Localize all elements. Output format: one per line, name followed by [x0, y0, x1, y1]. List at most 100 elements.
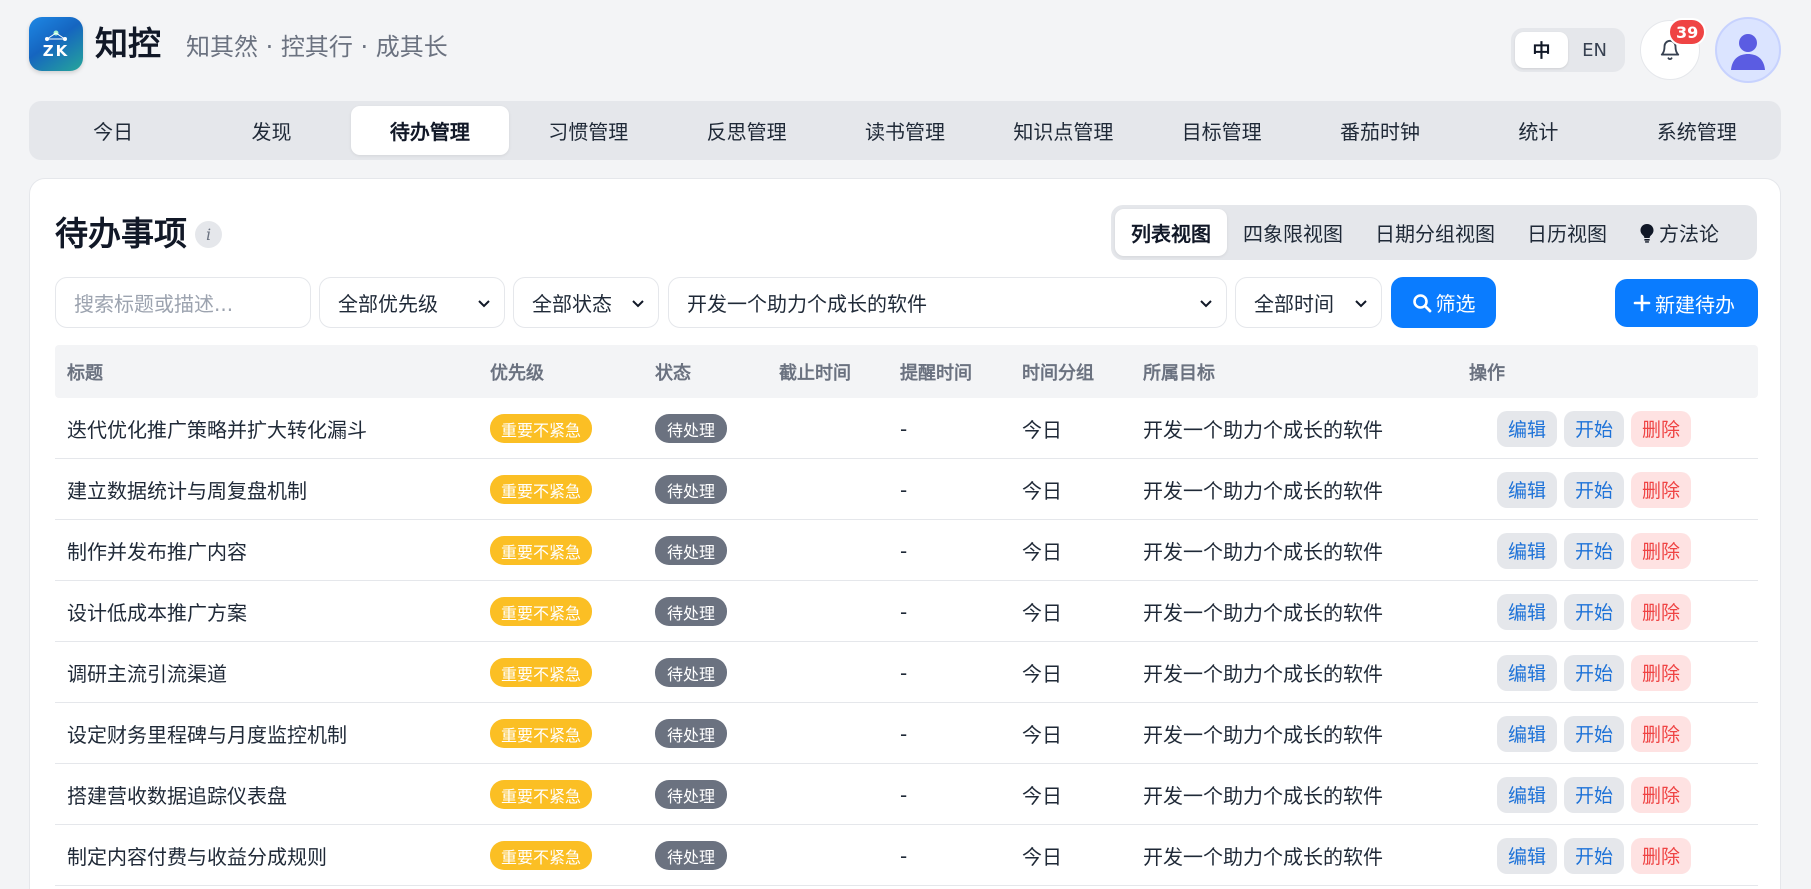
start-button[interactable]: 开始 — [1564, 715, 1625, 752]
delete-button[interactable]: 删除 — [1631, 776, 1692, 813]
th-title[interactable]: 标题 — [67, 345, 103, 398]
row-goal: 开发一个助力个成长的软件 — [1143, 784, 1383, 808]
delete-button[interactable]: 删除 — [1631, 593, 1692, 630]
goal-select[interactable]: 开发一个助力个成长的软件 — [668, 277, 1227, 328]
edit-button[interactable]: 编辑 — [1497, 715, 1558, 752]
start-button[interactable]: 开始 — [1564, 654, 1625, 691]
row-title[interactable]: 设计低成本推广方案 — [67, 581, 247, 642]
start-button[interactable]: 开始 — [1564, 776, 1625, 813]
nav-item-knowledge[interactable]: 知识点管理 — [984, 106, 1142, 155]
table-row[interactable]: 搭建营收数据追踪仪表盘 重要不紧急 待处理 - 今日 开发一个助力个成长的软件 编辑 开始 删除 — [55, 764, 1758, 825]
row-time-group: 今日 — [1022, 845, 1062, 869]
delete-button[interactable]: 删除 — [1631, 715, 1692, 752]
nav-item-pomodoro[interactable]: 番茄时钟 — [1301, 106, 1459, 155]
app-logo[interactable]: ZK — [29, 17, 83, 71]
row-time-group: 今日 — [1022, 418, 1062, 442]
th-goal[interactable]: 所属目标 — [1143, 345, 1215, 398]
edit-button[interactable]: 编辑 — [1497, 471, 1558, 508]
status-badge: 待处理 — [655, 780, 728, 809]
edit-button[interactable]: 编辑 — [1497, 776, 1558, 813]
row-time-group: 今日 — [1022, 662, 1062, 686]
nav-item-reading[interactable]: 读书管理 — [826, 106, 984, 155]
new-todo-button[interactable]: 新建待办 — [1615, 279, 1758, 327]
table-row[interactable]: 设定财务里程碑与月度监控机制 重要不紧急 待处理 - 今日 开发一个助力个成长的软件 编辑开… — [55, 703, 1758, 764]
table-row[interactable]: 调研主流引流渠道 重要不紧急 待处理 - 今日 开发一个助力个成长的软件 编辑 开始 删除 — [55, 642, 1758, 703]
view-calendar[interactable]: 日历视图 — [1511, 209, 1623, 256]
row-status-cell: 待处理 — [655, 764, 728, 825]
start-button[interactable]: 开始 — [1564, 532, 1625, 569]
row-title[interactable]: 制作并发布推广内容 — [67, 520, 247, 581]
th-deadline[interactable]: 截止时间 — [779, 345, 851, 398]
logo-network-icon — [45, 30, 67, 41]
row-time-group: 今日 — [1022, 540, 1062, 564]
nav-item-today[interactable]: 今日 — [34, 106, 192, 155]
delete-button[interactable]: 删除 — [1631, 837, 1692, 874]
nav-item-reflection[interactable]: 反思管理 — [667, 106, 825, 155]
start-button[interactable]: 开始 — [1564, 471, 1625, 508]
table-row[interactable]: 迭代优化推广策略并扩大转化漏斗 重要不紧急 待处理 - 今日 开发一个助力个成长的软件 编辑… — [55, 398, 1758, 459]
time-select[interactable]: 全部时间 — [1235, 277, 1382, 328]
nav-item-stats[interactable]: 统计 — [1459, 106, 1617, 155]
start-button[interactable]: 开始 — [1564, 837, 1625, 874]
view-quadrant[interactable]: 四象限视图 — [1227, 209, 1359, 256]
search-input[interactable]: 搜索标题或描述... — [55, 277, 311, 328]
start-button[interactable]: 开始 — [1564, 410, 1625, 447]
delete-button[interactable]: 删除 — [1631, 654, 1692, 691]
filter-button[interactable]: 筛选 — [1391, 277, 1496, 328]
new-todo-button-label: 新建待办 — [1655, 292, 1735, 317]
edit-button[interactable]: 编辑 — [1497, 410, 1558, 447]
view-methodology[interactable]: 方法论 — [1623, 209, 1735, 256]
view-list[interactable]: 列表视图 — [1115, 209, 1227, 256]
status-select[interactable]: 全部状态 — [513, 277, 659, 328]
delete-button[interactable]: 删除 — [1631, 471, 1692, 508]
logo-text: ZK — [42, 41, 70, 60]
time-select-value: 全部时间 — [1254, 292, 1334, 316]
row-title[interactable]: 调研主流引流渠道 — [67, 642, 227, 703]
row-title[interactable]: 制定内容付费与收益分成规则 — [67, 825, 327, 886]
edit-button[interactable]: 编辑 — [1497, 532, 1558, 569]
row-goal: 开发一个助力个成长的软件 — [1143, 601, 1383, 625]
edit-button[interactable]: 编辑 — [1497, 593, 1558, 630]
row-reminder: - — [900, 599, 908, 624]
table-row[interactable]: 制作并发布推广内容 重要不紧急 待处理 - 今日 开发一个助力个成长的软件 编辑 开始 删除 — [55, 520, 1758, 581]
user-avatar[interactable] — [1715, 17, 1781, 83]
delete-button[interactable]: 删除 — [1631, 410, 1692, 447]
priority-badge: 重要不紧急 — [490, 780, 593, 809]
nav-item-goals[interactable]: 目标管理 — [1143, 106, 1301, 155]
status-badge: 待处理 — [655, 719, 728, 748]
lang-option-en[interactable]: EN — [1568, 32, 1621, 68]
row-time-group: 今日 — [1022, 723, 1062, 747]
th-reminder[interactable]: 提醒时间 — [900, 345, 972, 398]
notification-count-badge: 39 — [1668, 18, 1707, 46]
row-goal: 开发一个助力个成长的软件 — [1143, 845, 1383, 869]
lang-option-zh[interactable]: 中 — [1515, 32, 1568, 68]
view-date-group[interactable]: 日期分组视图 — [1359, 209, 1511, 256]
priority-badge: 重要不紧急 — [490, 597, 593, 626]
row-title[interactable]: 迭代优化推广策略并扩大转化漏斗 — [67, 398, 367, 459]
nav-item-todo[interactable]: 待办管理 — [350, 106, 510, 155]
th-status[interactable]: 状态 — [655, 345, 691, 398]
plus-icon — [1633, 294, 1651, 312]
status-badge: 待处理 — [655, 841, 728, 870]
edit-button[interactable]: 编辑 — [1497, 654, 1558, 691]
start-button[interactable]: 开始 — [1564, 593, 1625, 630]
nav-item-system[interactable]: 系统管理 — [1618, 106, 1776, 155]
delete-button[interactable]: 删除 — [1631, 532, 1692, 569]
filter-button-label: 筛选 — [1435, 292, 1476, 316]
info-icon[interactable]: i — [195, 221, 222, 248]
nav-item-discover[interactable]: 发现 — [192, 106, 350, 155]
row-title[interactable]: 建立数据统计与周复盘机制 — [67, 459, 307, 520]
table-row[interactable]: 设计低成本推广方案 重要不紧急 待处理 - 今日 开发一个助力个成长的软件 编辑 开始 删除 — [55, 581, 1758, 642]
nav-item-habits[interactable]: 习惯管理 — [509, 106, 667, 155]
row-title[interactable]: 搭建营收数据追踪仪表盘 — [67, 764, 287, 825]
th-time-group[interactable]: 时间分组 — [1022, 345, 1094, 398]
row-reminder: - — [900, 660, 908, 685]
row-title[interactable]: 设定财务里程碑与月度监控机制 — [67, 703, 347, 764]
row-status-cell: 待处理 — [655, 459, 728, 520]
th-priority[interactable]: 优先级 — [490, 345, 544, 398]
edit-button[interactable]: 编辑 — [1497, 837, 1558, 874]
table-row[interactable]: 建立数据统计与周复盘机制 重要不紧急 待处理 - 今日 开发一个助力个成长的软件 编辑 开始删… — [55, 459, 1758, 520]
priority-select[interactable]: 全部优先级 — [319, 277, 505, 328]
table-row[interactable]: 制定内容付费与收益分成规则 重要不紧急 待处理 - 今日 开发一个助力个成长的软件 编辑 开始… — [55, 825, 1758, 886]
row-status-cell: 待处理 — [655, 398, 728, 459]
